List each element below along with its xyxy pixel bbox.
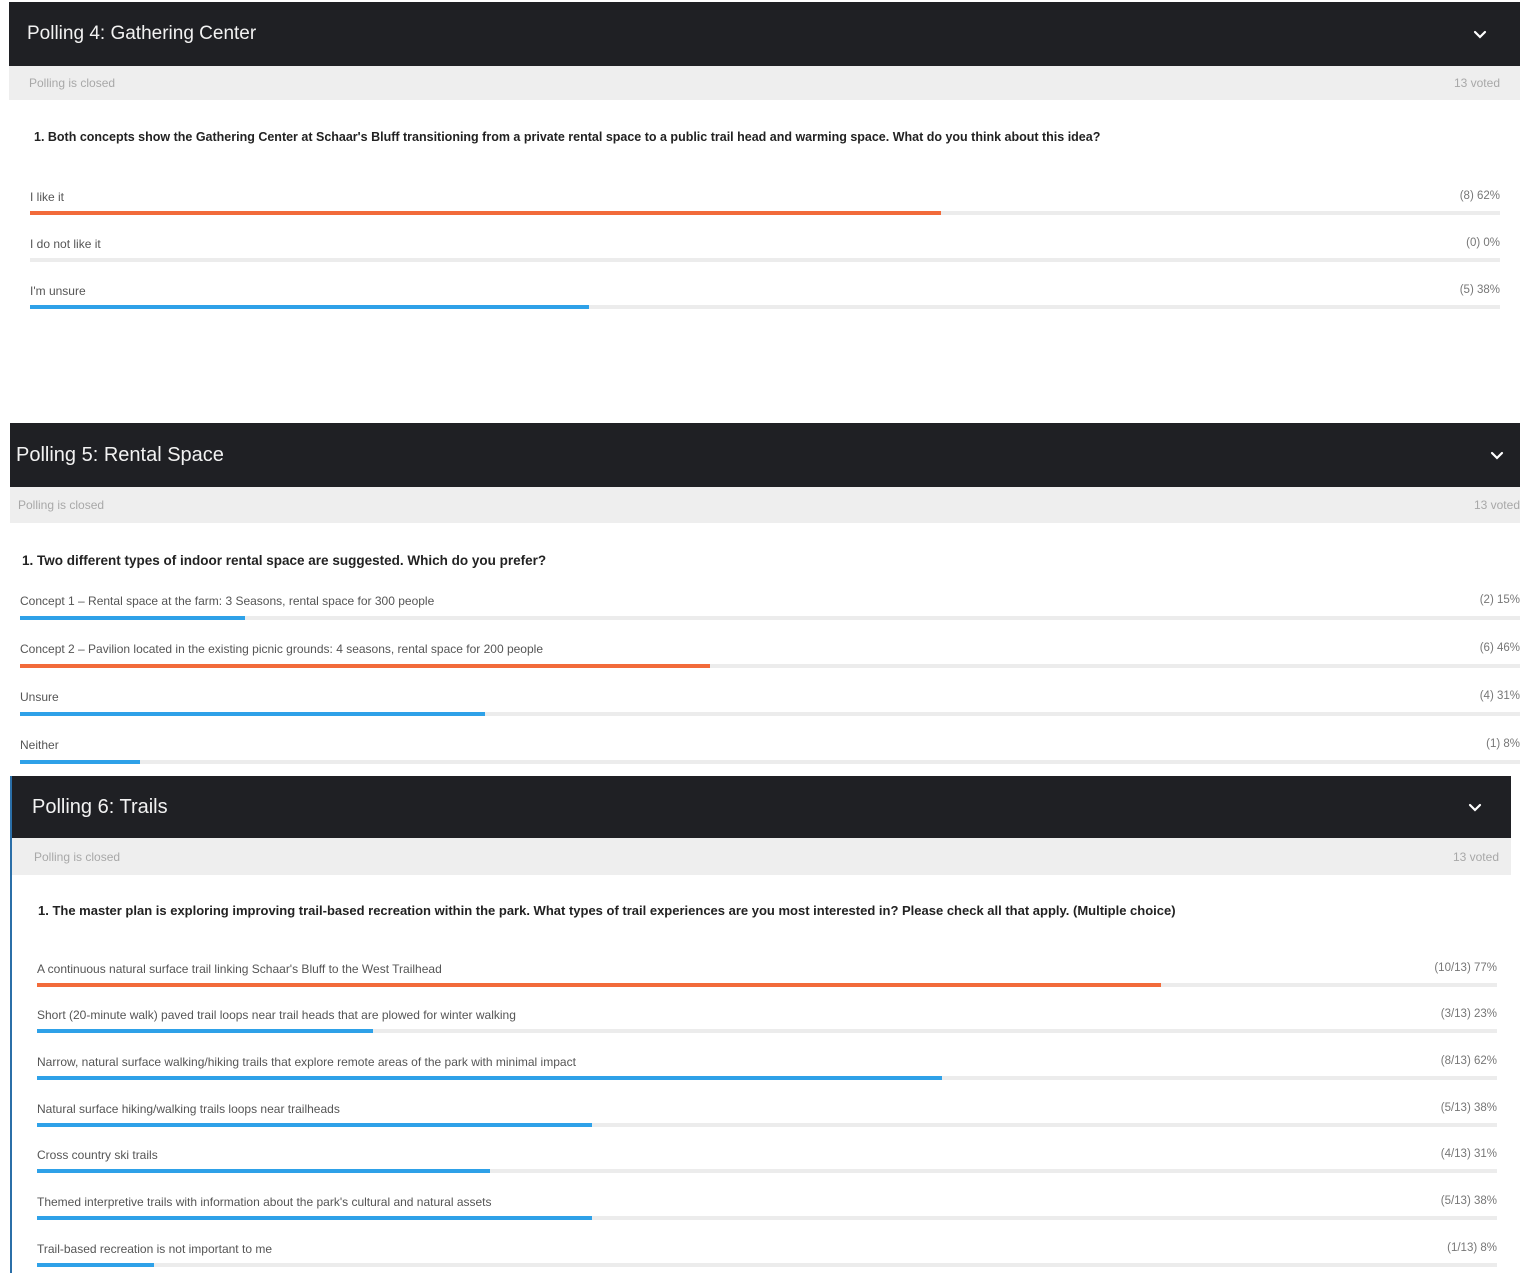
option-result: (4/13) 31% <box>1440 1148 1497 1160</box>
poll-gathering-center: Polling 4: Gathering Center Polling is c… <box>9 2 1520 342</box>
poll-option: Neither (1) 8% <box>20 738 1520 764</box>
option-result: (4) 31% <box>1479 690 1520 702</box>
poll-option: Themed interpretive trails with informat… <box>37 1195 1497 1220</box>
result-bar <box>20 712 1520 716</box>
option-result: (0) 0% <box>1466 237 1500 249</box>
poll-status: Polling is closed <box>18 498 105 512</box>
result-bar-fill <box>30 305 589 309</box>
result-bar <box>37 983 1497 987</box>
poll-option: A continuous natural surface trail linki… <box>37 962 1497 987</box>
result-bar <box>37 1029 1497 1033</box>
poll-option: I like it (8) 62% <box>30 190 1500 215</box>
result-bar <box>37 1169 1497 1173</box>
poll-option: Trail-based recreation is not important … <box>37 1242 1497 1267</box>
poll-status: Polling is closed <box>29 76 116 90</box>
poll-option: Unsure (4) 31% <box>20 690 1520 716</box>
poll-status: Polling is closed <box>34 849 121 864</box>
option-label: Trail-based recreation is not important … <box>37 1242 272 1256</box>
option-label: I like it <box>30 190 65 204</box>
option-label: Themed interpretive trails with informat… <box>37 1195 492 1209</box>
option-result: (1/13) 8% <box>1447 1242 1497 1254</box>
poll-option: Cross country ski trails (4/13) 31% <box>37 1148 1497 1173</box>
result-bar <box>37 1263 1497 1267</box>
poll-header[interactable]: Polling 5: Rental Space <box>10 423 1520 487</box>
vote-count: 13 voted <box>1453 76 1500 90</box>
result-bar-fill <box>20 664 710 668</box>
poll-title: Polling 5: Rental Space <box>16 443 224 466</box>
poll-option: I do not like it (0) 0% <box>30 237 1500 262</box>
result-bar <box>20 760 1520 764</box>
option-result: (10/13) 77% <box>1434 962 1497 974</box>
poll-option: Narrow, natural surface walking/hiking t… <box>37 1055 1497 1080</box>
result-bar-fill <box>37 1263 154 1267</box>
option-label: I do not like it <box>30 237 101 251</box>
poll-title: Polling 6: Trails <box>32 795 168 818</box>
option-label: Cross country ski trails <box>37 1148 158 1162</box>
option-result: (5) 38% <box>1459 284 1500 296</box>
poll-option: Short (20-minute walk) paved trail loops… <box>37 1008 1497 1033</box>
poll-option: I'm unsure (5) 38% <box>30 284 1500 309</box>
chevron-down-icon[interactable] <box>1467 799 1483 815</box>
result-bar-fill <box>37 1216 592 1220</box>
result-bar <box>30 211 1500 215</box>
option-result: (2) 15% <box>1479 594 1520 606</box>
poll-header[interactable]: Polling 4: Gathering Center <box>9 2 1520 66</box>
result-bar-fill <box>20 712 485 716</box>
result-bar-fill <box>20 616 245 620</box>
result-bar-fill <box>37 1123 592 1127</box>
option-result: (1) 8% <box>1486 738 1520 750</box>
result-bar <box>30 258 1500 262</box>
vote-count: 13 voted <box>1452 849 1499 864</box>
option-result: (3/13) 23% <box>1440 1008 1497 1020</box>
option-label: Short (20-minute walk) paved trail loops… <box>37 1008 516 1022</box>
poll-status-bar: Polling is closed 13 voted <box>12 838 1511 875</box>
option-result: (8/13) 62% <box>1440 1055 1497 1067</box>
poll-option: Concept 2 – Pavilion located in the exis… <box>20 642 1520 668</box>
poll-title: Polling 4: Gathering Center <box>27 23 257 44</box>
poll-status-bar: Polling is closed 13 voted <box>9 66 1520 100</box>
poll-question: 1. The master plan is exploring improvin… <box>38 903 1176 918</box>
option-label: Narrow, natural surface walking/hiking t… <box>37 1055 576 1069</box>
result-bar-fill <box>37 983 1162 987</box>
chevron-down-icon[interactable] <box>1472 26 1488 42</box>
option-label: Unsure <box>20 690 59 704</box>
result-bar <box>37 1123 1497 1127</box>
option-label: Neither <box>20 738 59 752</box>
option-result: (8) 62% <box>1459 190 1500 202</box>
option-result: (5/13) 38% <box>1440 1195 1497 1207</box>
poll-status-bar: Polling is closed 13 voted <box>10 487 1520 523</box>
poll-trails: Polling 6: Trails Polling is closed 13 v… <box>10 776 1511 1273</box>
poll-option: Natural surface hiking/walking trails lo… <box>37 1102 1497 1127</box>
poll-header[interactable]: Polling 6: Trails <box>12 776 1511 838</box>
poll-question: 1. Two different types of indoor rental … <box>22 553 547 568</box>
option-result: (6) 46% <box>1479 642 1520 654</box>
result-bar-fill <box>37 1029 373 1033</box>
result-bar <box>20 664 1520 668</box>
option-label: I'm unsure <box>30 284 86 298</box>
option-label: Natural surface hiking/walking trails lo… <box>37 1102 340 1116</box>
result-bar-fill <box>20 760 140 764</box>
result-bar <box>37 1076 1497 1080</box>
result-bar-fill <box>37 1169 490 1173</box>
result-bar <box>30 305 1500 309</box>
option-result: (5/13) 38% <box>1440 1102 1497 1114</box>
poll-option: Concept 1 – Rental space at the farm: 3 … <box>20 594 1520 620</box>
option-label: Concept 1 – Rental space at the farm: 3 … <box>20 594 435 608</box>
result-bar-fill <box>30 211 942 215</box>
chevron-down-icon[interactable] <box>1489 447 1505 463</box>
option-label: Concept 2 – Pavilion located in the exis… <box>20 642 543 656</box>
vote-count: 13 voted <box>1473 498 1520 512</box>
poll-question: 1. Both concepts show the Gathering Cent… <box>34 130 1101 144</box>
option-label: A continuous natural surface trail linki… <box>37 962 442 976</box>
poll-rental-space: Polling 5: Rental Space Polling is close… <box>10 423 1520 771</box>
result-bar <box>37 1216 1497 1220</box>
result-bar <box>20 616 1520 620</box>
result-bar-fill <box>37 1076 943 1080</box>
